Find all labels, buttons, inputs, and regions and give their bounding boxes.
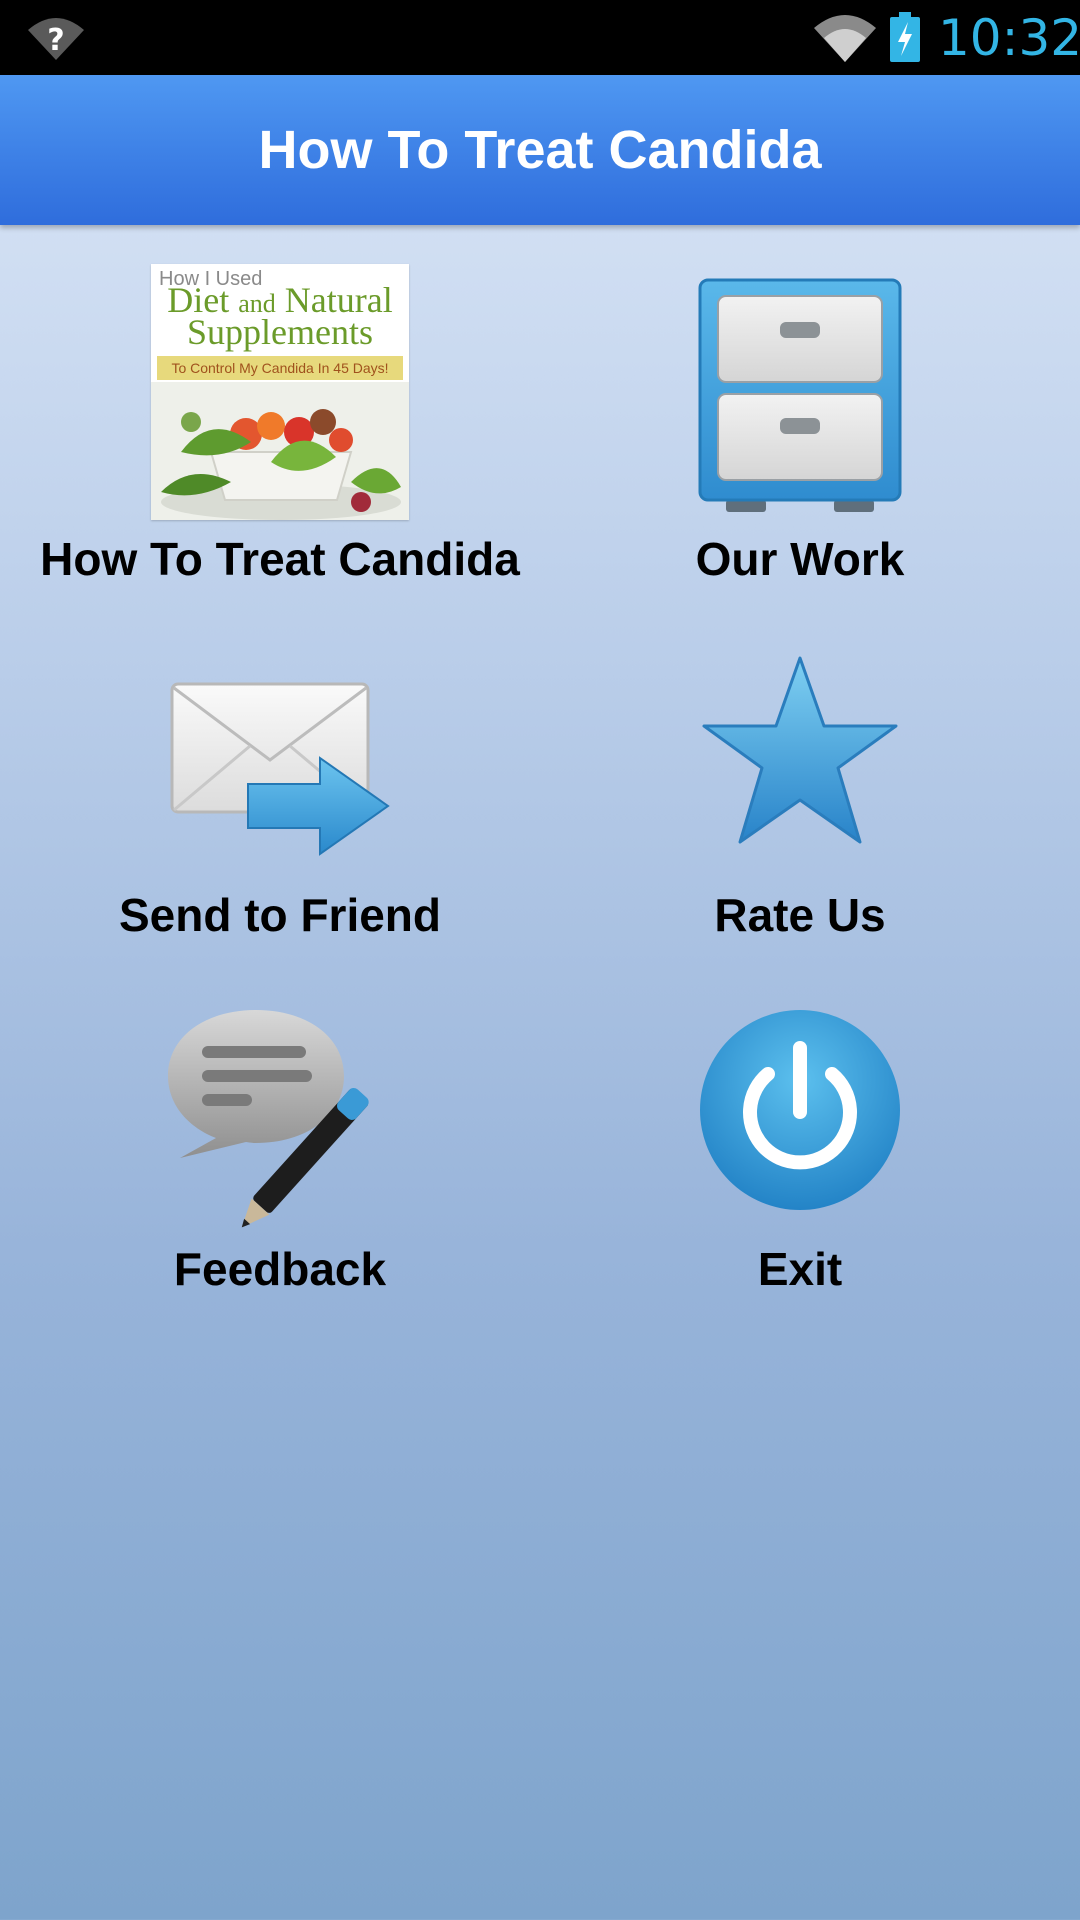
menu-label: Rate Us bbox=[714, 889, 886, 941]
book-cover-band: To Control My Candida In 45 Days! bbox=[157, 356, 403, 380]
feedback-icon bbox=[168, 1010, 369, 1228]
menu-label: Feedback bbox=[173, 1243, 387, 1295]
app-title: How To Treat Candida bbox=[258, 120, 822, 180]
cabinet-icon bbox=[698, 278, 902, 512]
vegetables-image bbox=[151, 382, 409, 520]
mail-send-icon bbox=[170, 682, 390, 856]
book-cover-line2: Supplements bbox=[187, 312, 373, 352]
app-bar: How To Treat Candida bbox=[0, 75, 1080, 225]
book-cover-icon: How I Used Diet and Natural Supplements … bbox=[151, 264, 409, 520]
wifi-unknown-icon: ? bbox=[28, 18, 84, 60]
menu-item-send-to-friend[interactable]: Send to Friend bbox=[10, 640, 550, 980]
menu-item-how-to-treat-candida[interactable]: How I Used Diet and Natural Supplements … bbox=[10, 260, 550, 600]
star-icon bbox=[702, 656, 898, 844]
menu-label: How To Treat Candida bbox=[40, 533, 520, 585]
status-bar: ? 10:32 bbox=[0, 0, 1080, 75]
menu-label: Our Work bbox=[695, 533, 905, 585]
battery-charging-icon bbox=[890, 12, 920, 62]
menu-label: Send to Friend bbox=[119, 889, 441, 941]
menu-item-rate-us[interactable]: Rate Us bbox=[530, 640, 1070, 980]
svg-text:?: ? bbox=[47, 23, 64, 58]
menu-item-exit[interactable]: Exit bbox=[530, 1000, 1070, 1340]
wifi-icon bbox=[814, 15, 876, 62]
menu-item-our-work[interactable]: Our Work bbox=[530, 260, 1070, 600]
menu-item-feedback[interactable]: Feedback bbox=[10, 1000, 550, 1340]
power-icon bbox=[700, 1010, 900, 1210]
menu-label: Exit bbox=[757, 1243, 843, 1295]
status-time: 10:32 bbox=[938, 9, 1080, 67]
